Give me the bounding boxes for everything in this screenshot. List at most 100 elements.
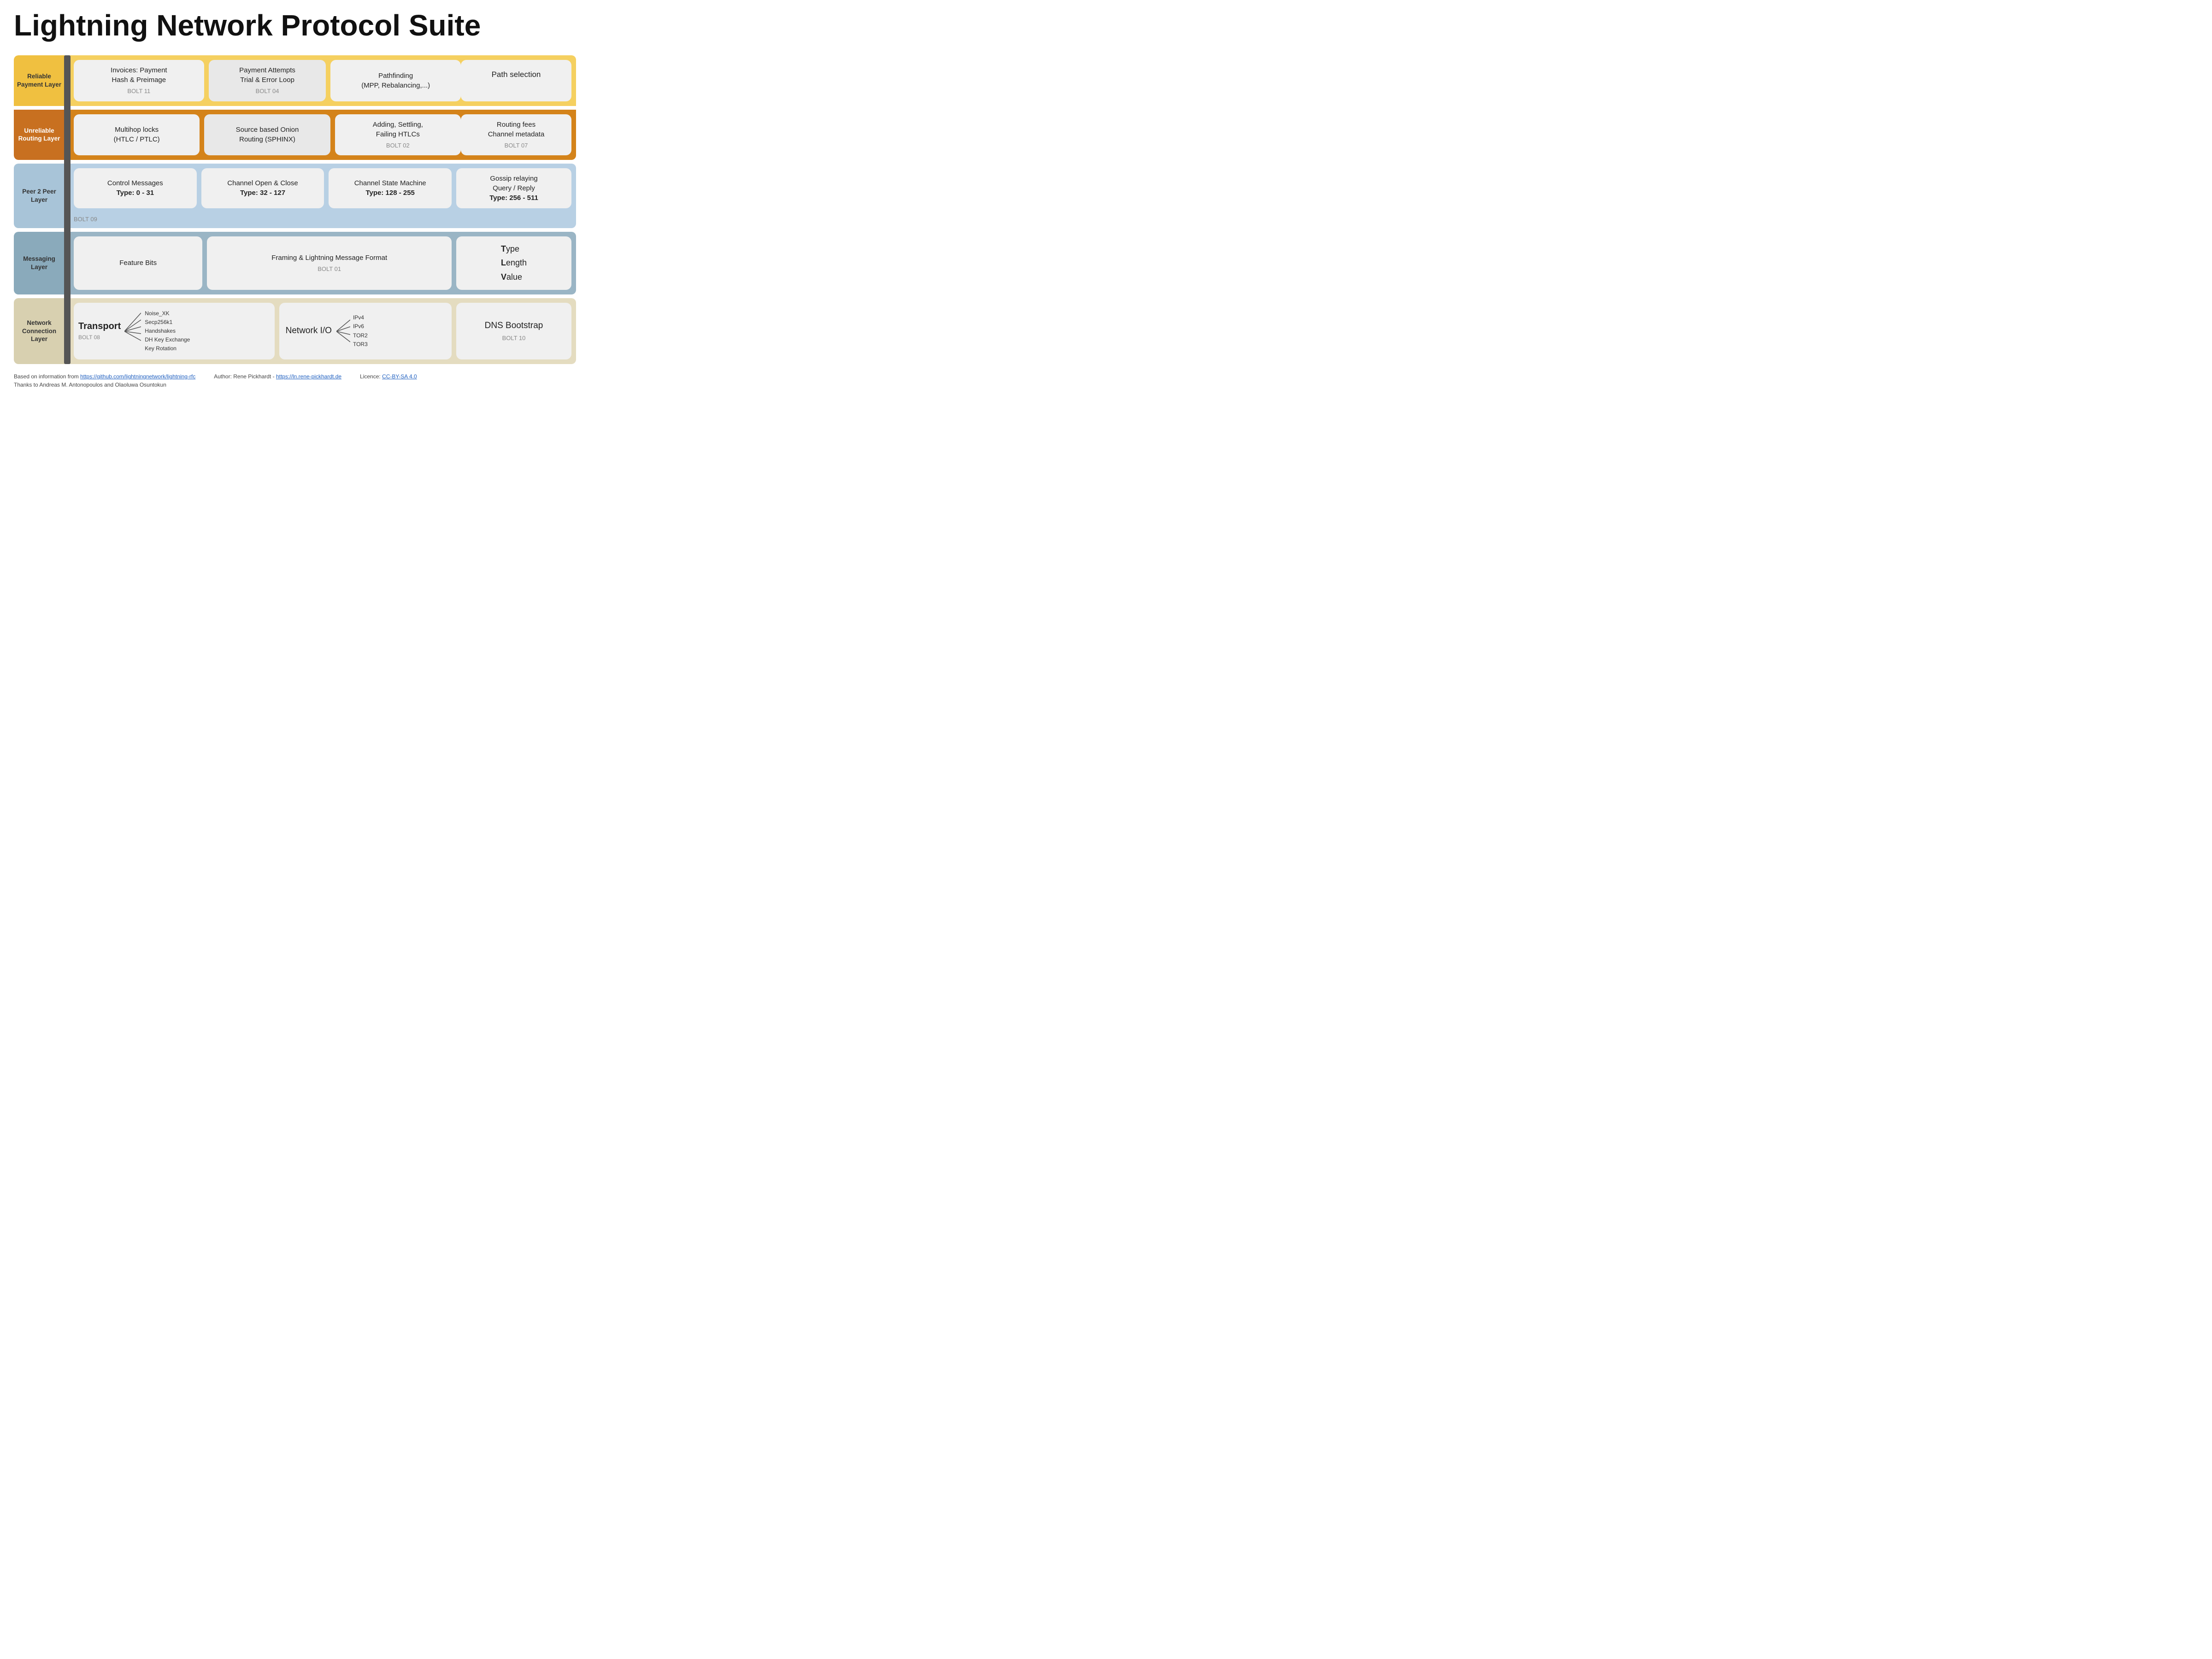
transport-items: Noise_XK Secp256k1 Handshakes DH Key Exc…	[145, 309, 190, 353]
footer-licence-link[interactable]: CC-BY-SA 4.0	[382, 373, 417, 380]
dns-bolt: BOLT 10	[502, 334, 526, 342]
co-bold: Type: 32 - 127	[240, 188, 285, 198]
page-title: Lightning Network Protocol Suite	[14, 9, 576, 41]
nio-item-1: IPv6	[353, 322, 368, 331]
networkio-label: Network I/O	[286, 325, 332, 337]
gossip-line1: Gossip relaying	[490, 174, 537, 183]
networkio-fan-icon	[336, 315, 350, 347]
networkio-card: Network I/O IPv4 IPv6 TOR2 TOR3	[279, 303, 452, 360]
transport-item-2: Handshakes	[145, 327, 190, 335]
messaging-row: MessagingLayer Feature Bits Framing & Li…	[14, 232, 576, 294]
reliable-unreliable-section: Reliable Payment Layer Unreliable Routin…	[14, 55, 576, 159]
footer: Based on information from https://github…	[14, 373, 576, 388]
multihop-line2: (HTLC / PTLC)	[114, 135, 160, 144]
rl-ur-body: Invoices: Payment Hash & Preimage BOLT 1…	[65, 55, 461, 159]
payment-attempts-col: Payment Attempts Trial & Error Loop BOLT…	[209, 60, 326, 101]
invoices-card: Invoices: Payment Hash & Preimage BOLT 1…	[74, 60, 204, 101]
path-sel-reliable-bg: Path selection	[461, 55, 576, 106]
htlcs-line2: Failing HTLCs	[376, 129, 420, 139]
onion-card: Source based Onion Routing (SPHINX)	[204, 114, 330, 155]
pathfinding-line1: Pathfinding	[378, 71, 413, 81]
unreliable-layer-label: Unreliable Routing Layer	[14, 110, 65, 160]
p2p-row: Peer 2 PeerLayer Control Messages Type: …	[14, 164, 576, 228]
tlv-content: Type Length Value	[501, 242, 527, 284]
footer-licence: Licence: CC-BY-SA 4.0	[360, 373, 417, 380]
nio-item-3: TOR3	[353, 340, 368, 349]
routing-fees-card: Routing fees Channel metadata BOLT 07	[461, 114, 571, 155]
routing-fees-bg: Routing fees Channel metadata BOLT 07	[461, 110, 576, 160]
p2p-content: Control Messages Type: 0 - 31 Channel Op…	[65, 164, 576, 228]
onion-line1: Source based Onion	[236, 125, 299, 135]
networkio-items: IPv4 IPv6 TOR2 TOR3	[353, 313, 368, 349]
framing-card: Framing & Lightning Message Format BOLT …	[207, 236, 452, 290]
p2p-label: Peer 2 PeerLayer	[14, 164, 65, 228]
tlv-card: Type Length Value	[456, 236, 571, 290]
transport-left: Transport BOLT 08	[78, 321, 121, 341]
messaging-label: MessagingLayer	[14, 232, 65, 294]
cm-bold: Type: 0 - 31	[117, 188, 154, 198]
multihop-line1: Multihop locks	[115, 125, 159, 135]
pa-bolt: BOLT 04	[256, 87, 279, 95]
footer-based: Based on information from https://github…	[14, 373, 195, 380]
pa-line1: Payment Attempts	[239, 65, 295, 75]
p2p-bolt: BOLT 09	[74, 213, 571, 224]
co-line1: Channel Open & Close	[227, 178, 298, 188]
nio-item-2: TOR2	[353, 331, 368, 340]
reliable-content: Invoices: Payment Hash & Preimage BOLT 1…	[65, 55, 461, 106]
p2p-cards-row: Control Messages Type: 0 - 31 Channel Op…	[74, 168, 571, 208]
right-tall-col: Path selection Routing fees Channel meta…	[461, 55, 576, 159]
dns-bootstrap-card: DNS Bootstrap BOLT 10	[456, 303, 571, 360]
transport-card: Transport BOLT 08 Noise_XK Secp256k1	[74, 303, 275, 360]
footer-author: Author: Rene Pickhardt - https://ln.rene…	[214, 373, 341, 380]
control-msg-card: Control Messages Type: 0 - 31	[74, 168, 197, 208]
footer-author-link[interactable]: https://ln.rene-pickhardt.de	[276, 373, 341, 380]
reliable-layer-label: Reliable Payment Layer	[14, 55, 65, 106]
transport-label: Transport	[78, 321, 121, 332]
framing-line1: Framing & Lightning Message Format	[271, 253, 387, 263]
invoices-line1: Invoices: Payment	[111, 65, 167, 75]
footer-thanks: Thanks to Andreas M. Antonopoulos and Ol…	[14, 382, 576, 388]
fb-line1: Feature Bits	[119, 258, 157, 268]
messaging-content: Feature Bits Framing & Lightning Message…	[65, 232, 576, 294]
unreliable-content: Multihop locks (HTLC / PTLC) Source base…	[65, 110, 461, 160]
cm-line1: Control Messages	[107, 178, 163, 188]
cs-bold: Type: 128 - 255	[365, 188, 414, 198]
pathfinding-card: Pathfinding (MPP, Rebalancing,...)	[330, 60, 461, 101]
path-selection-card: Path selection	[461, 60, 571, 101]
tlv-length: ength	[506, 258, 527, 267]
nio-item-0: IPv4	[353, 313, 368, 322]
channel-open-card: Channel Open & Close Type: 32 - 127	[201, 168, 324, 208]
network-row: NetworkConnectionLayer Transport BOLT 08	[14, 298, 576, 365]
payment-attempts-card: Payment Attempts Trial & Error Loop BOLT…	[209, 60, 326, 101]
gossip-line2: Query / Reply	[493, 183, 535, 193]
htlcs-card: Adding, Settling, Failing HTLCs BOLT 02	[335, 114, 461, 155]
vertical-bar	[64, 55, 71, 364]
rows-wrapper: Reliable Payment Layer Unreliable Routin…	[14, 55, 576, 364]
transport-item-4: Key Rotation	[145, 344, 190, 353]
pa-line2: Trial & Error Loop	[240, 75, 294, 85]
tlv-v: V	[501, 272, 506, 282]
invoices-line2: Hash & Preimage	[112, 75, 166, 85]
htlcs-line1: Adding, Settling,	[373, 120, 423, 129]
htlcs-bolt: BOLT 02	[386, 141, 410, 150]
diagram-container: Reliable Payment Layer Unreliable Routin…	[14, 55, 576, 364]
routing-fees-line1: Routing fees	[497, 120, 535, 129]
channel-state-card: Channel State Machine Type: 128 - 255	[329, 168, 452, 208]
tlv-type: ype	[506, 244, 519, 253]
feature-bits-card: Feature Bits	[74, 236, 202, 290]
transport-item-1: Secp256k1	[145, 318, 190, 327]
transport-item-0: Noise_XK	[145, 309, 190, 318]
framing-bolt: BOLT 01	[318, 265, 341, 273]
tlv-t: T	[501, 244, 506, 253]
labels-col: Reliable Payment Layer Unreliable Routin…	[14, 55, 65, 159]
transport-item-3: DH Key Exchange	[145, 335, 190, 344]
invoices-bolt: BOLT 11	[127, 87, 150, 95]
routing-fees-bolt: BOLT 07	[505, 141, 528, 150]
network-content: Transport BOLT 08 Noise_XK Secp256k1	[65, 298, 576, 365]
onion-line2: Routing (SPHINX)	[239, 135, 295, 144]
routing-fees-line2: Channel metadata	[488, 129, 545, 139]
multihop-card: Multihop locks (HTLC / PTLC)	[74, 114, 200, 155]
transport-fan-icon	[124, 311, 141, 352]
network-label: NetworkConnectionLayer	[14, 298, 65, 365]
footer-github-link[interactable]: https://github.com/lightningnetwork/ligh…	[80, 373, 195, 380]
